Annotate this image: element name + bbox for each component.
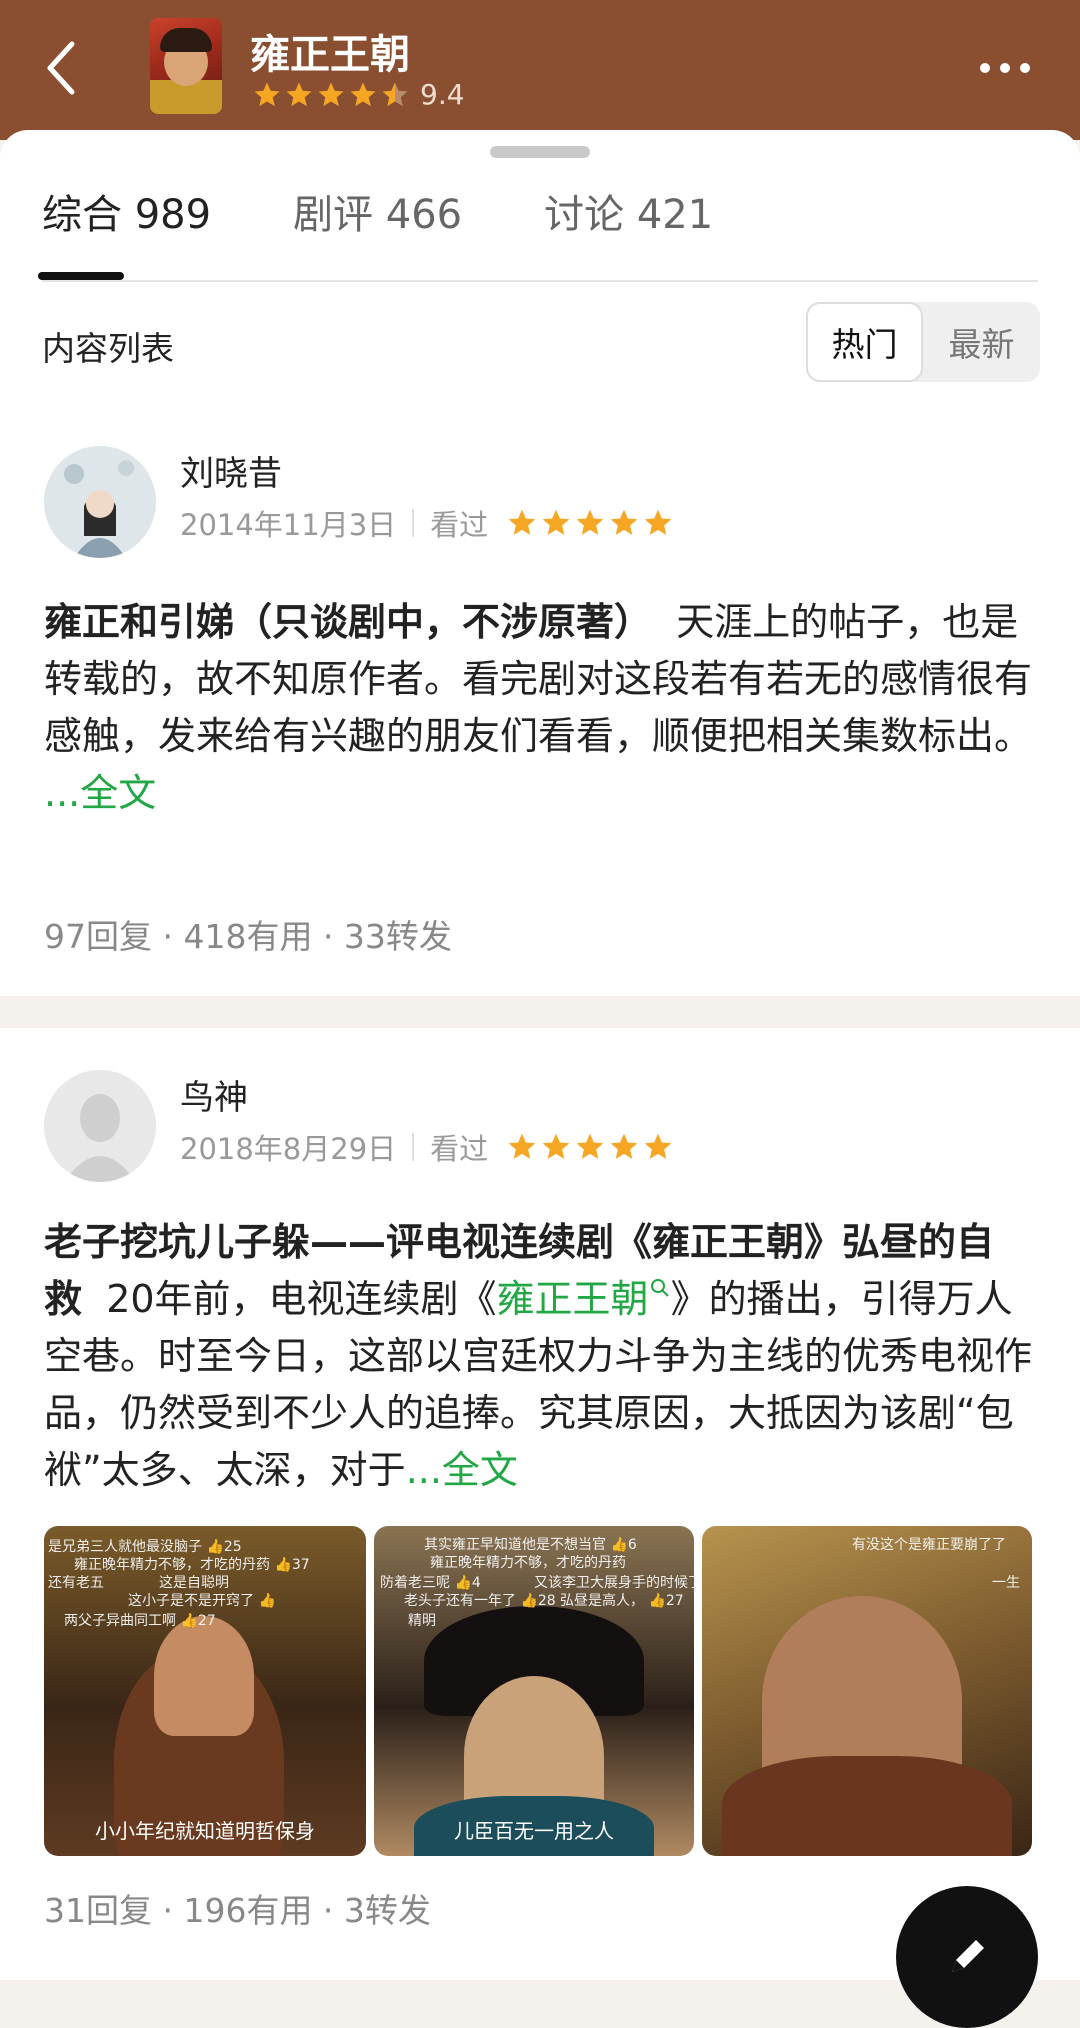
dot-icon [1000,63,1010,73]
tab-all[interactable]: 综合 989 [42,182,211,240]
dot-icon [980,63,990,73]
author-name[interactable]: 刘晓昔 [180,446,282,495]
tabs-divider [42,280,1038,282]
danmu-comment: 有没这个是雍正要崩了了 [852,1537,1006,1553]
user-rating-stars [506,507,676,539]
meta-divider [412,509,415,537]
post-image[interactable]: 其实雍正早知道他是不想当官 👍6 雍正晚年精力不够，才吃的丹药 防着老三呢 👍4… [374,1526,694,1856]
read-more-link[interactable]: ...全文 [406,1448,518,1492]
tab-bar: 综合 989 剧评 466 讨论 421 [42,182,795,240]
danmu-comment: 雍正晚年精力不够，才吃的丹药 [430,1555,626,1571]
avatar[interactable] [44,1070,156,1182]
show-rating: 9.4 [252,78,465,111]
rating-stars [252,80,412,110]
sort-hot-button[interactable]: 热门 [806,302,923,382]
star-icon [542,509,570,535]
star-icon [610,1133,638,1159]
post-date: 2014年11月3日 [180,508,397,542]
show-link[interactable]: 雍正王朝 [497,1277,671,1321]
content-list-label: 内容列表 [42,329,174,368]
danmu-comment: 两父子异曲同工啊 👍27 [64,1613,216,1629]
back-arrow-icon [47,41,75,95]
top-header: 雍正王朝 9.4 [0,0,1080,140]
drag-handle[interactable] [490,146,590,158]
show-poster[interactable] [150,18,222,114]
review-card[interactable]: 鸟神 2018年8月29日 看过 老子挖坑儿子躲——评电视连续剧《雍正王朝》弘昼… [0,1028,1080,1980]
sort-latest-button[interactable]: 最新 [923,302,1040,382]
default-avatar-icon [44,1070,156,1182]
star-icon [254,82,280,106]
avatar-image [44,446,156,558]
post-date: 2018年8月29日 [180,1132,397,1166]
danmu-comment: 还有老五 [48,1575,104,1591]
post-meta: 2014年11月3日 看过 [180,502,676,544]
star-icon [318,82,344,106]
more-options-button[interactable] [970,48,1040,88]
read-more-link[interactable]: ...全文 [44,771,156,815]
danmu-comment: 一生 [992,1575,1020,1591]
danmu-comment: 防着老三呢 👍4 [380,1575,481,1591]
image-caption: 儿臣百无一用之人 [454,1819,614,1843]
face-shape [154,1616,254,1736]
star-icon [576,1133,604,1159]
post-title: 雍正和引娣（只谈剧中，不涉原著） [44,600,653,644]
active-tab-indicator [38,272,124,280]
robe-shape [722,1756,1012,1856]
danmu-comment: 这是自聪明 [159,1575,229,1591]
post-meta: 2018年8月29日 看过 [180,1126,676,1168]
post-excerpt[interactable]: 雍正和引娣（只谈剧中，不涉原著） 天涯上的帖子，也是转载的，故不知原作者。看完剧… [44,594,1039,822]
content-sheet: 综合 989 剧评 466 讨论 421 内容列表 热门 最新 [0,130,1080,408]
post-excerpt[interactable]: 老子挖坑儿子躲——评电视连续剧《雍正王朝》弘昼的自救 20年前，电视连续剧《雍正… [44,1214,1039,1499]
watch-status: 看过 [430,1132,489,1166]
image-caption: 小小年纪就知道明哲保身 [95,1819,315,1843]
write-review-button[interactable] [896,1886,1038,2028]
rating-score: 9.4 [420,78,465,111]
danmu-comment: 是兄弟三人就他最没脑子 👍25 [48,1539,242,1555]
dot-icon [1020,63,1030,73]
tab-discussion[interactable]: 讨论 421 [544,182,713,240]
star-icon [508,1133,536,1159]
star-icon [610,509,638,535]
danmu-comment: 精明 [408,1613,436,1629]
star-icon [350,82,376,106]
post-stats: 97回复 · 418有用 · 33转发 [44,917,452,956]
author-name[interactable]: 鸟神 [180,1070,248,1119]
review-card[interactable]: 刘晓昔 2014年11月3日 看过 雍正和引娣（只谈剧中，不涉原著） 天涯上的帖… [0,408,1080,996]
post-image[interactable]: 有没这个是雍正要崩了了 一生 [702,1526,1032,1856]
watch-status: 看过 [430,508,489,542]
star-icon [576,509,604,535]
half-star-icon [382,82,408,106]
star-icon [644,509,672,535]
sort-toggle: 热门 最新 [806,302,1040,382]
star-icon [508,509,536,535]
star-icon [644,1133,672,1159]
danmu-comment: 弘昼是高人， 👍27 [560,1593,684,1609]
star-icon [542,1133,570,1159]
meta-divider [412,1133,415,1161]
pencil-icon [952,1940,984,1972]
tab-reviews[interactable]: 剧评 466 [293,182,462,240]
danmu-comment: 老头子还有一年了 👍28 [404,1593,556,1609]
search-icon [650,1279,669,1297]
danmu-comment: 这小子是不是开窍了 👍 [128,1593,276,1609]
back-button[interactable] [30,28,90,108]
show-title: 雍正王朝 [250,32,410,78]
post-stats: 31回复 · 196有用 · 3转发 [44,1891,431,1930]
danmu-comment: 其实雍正早知道他是不想当官 👍6 [424,1537,637,1553]
post-image-gallery: 是兄弟三人就他最没脑子 👍25 雍正晚年精力不够，才吃的丹药 👍37 还有老五 … [44,1526,1032,1856]
user-rating-stars [506,1131,676,1163]
star-icon [286,82,312,106]
avatar[interactable] [44,446,156,558]
danmu-comment: 雍正晚年精力不够，才吃的丹药 👍37 [74,1557,310,1573]
danmu-comment: 又该李卫大展身手的时候了 [534,1575,694,1591]
post-image[interactable]: 是兄弟三人就他最没脑子 👍25 雍正晚年精力不够，才吃的丹药 👍37 还有老五 … [44,1526,366,1856]
show-link-text: 雍正王朝 [496,1277,649,1321]
post-body-before: 20年前，电视连续剧《 [106,1277,497,1321]
